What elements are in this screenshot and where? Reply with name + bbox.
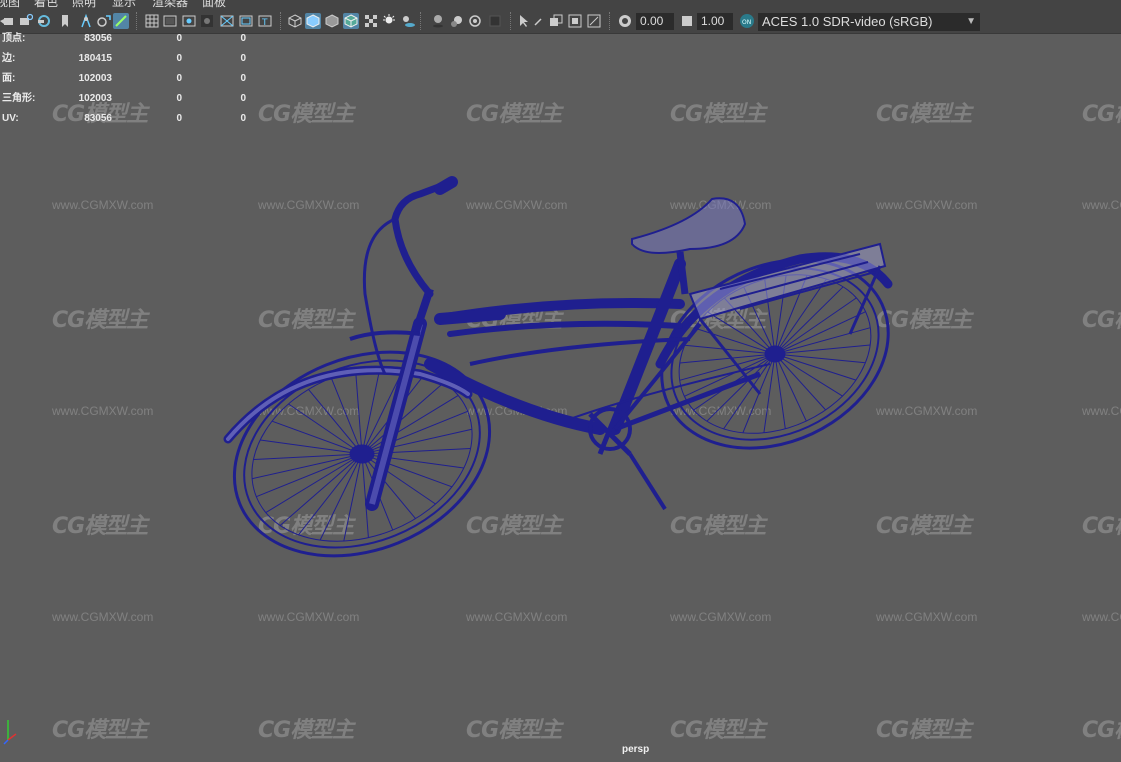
menu-lighting[interactable]: 照明 [72, 0, 96, 8]
menu-view[interactable]: 视图 [0, 0, 20, 8]
gamma-icon[interactable] [679, 13, 695, 29]
stats-label: 顶点: [2, 33, 26, 44]
gate-mask-icon[interactable] [199, 13, 215, 29]
wheel-spoke [260, 439, 363, 455]
select-camera-icon[interactable] [530, 13, 546, 29]
xray-joints-icon[interactable] [567, 13, 583, 29]
exposure-field[interactable]: 0.00 [636, 13, 674, 30]
xray-icon[interactable] [548, 13, 564, 29]
viewport-toolbar: T 0.00 1.00 ON ACES 1.0 SDR-video (sRGB)… [0, 8, 1121, 34]
stats-value: 0 [176, 33, 182, 44]
menu-show[interactable]: 显示 [112, 0, 136, 8]
color-space-dropdown[interactable]: ACES 1.0 SDR-video (sRGB) ▼ [758, 13, 980, 31]
svg-text:ON: ON [742, 19, 751, 26]
grease-pencil-icon[interactable] [113, 13, 129, 29]
default-material-icon[interactable] [324, 13, 340, 29]
pin-icon[interactable] [78, 13, 94, 29]
stats-value: 0 [240, 53, 246, 64]
move-pivot-icon[interactable] [96, 13, 112, 29]
use-all-lights-icon[interactable] [381, 13, 397, 29]
anti-alias-icon[interactable] [487, 13, 503, 29]
wheel-spoke [361, 410, 468, 455]
wireframe-on-shaded-icon[interactable] [343, 13, 359, 29]
chevron-down-icon: ▼ [966, 16, 976, 27]
xray-components-icon[interactable] [586, 13, 602, 29]
stats-value: 0 [240, 33, 246, 44]
wheel-spoke [253, 453, 363, 460]
view-axis-gizmo [3, 720, 17, 745]
safe-action-icon[interactable] [238, 13, 254, 29]
bicycle-wireframe [223, 176, 893, 558]
shadows-icon[interactable] [400, 13, 416, 29]
stats-value: 0 [240, 93, 246, 104]
stats-value: 0 [176, 73, 182, 84]
color-space-value: ACES 1.0 SDR-video (sRGB) [762, 14, 933, 29]
stats-value: 102003 [78, 93, 112, 104]
stats-value: 0 [176, 93, 182, 104]
gamma-field[interactable]: 1.00 [697, 13, 733, 30]
film-gate-icon[interactable] [162, 13, 178, 29]
wheel-spoke [774, 344, 871, 355]
screen-space-ao-icon[interactable] [449, 13, 465, 29]
viewport-menu-bar: 视图 着色 照明 显示 渲染器 面板 [0, 0, 1121, 8]
stats-label: UV: [2, 113, 19, 124]
field-chart-icon[interactable] [219, 13, 235, 29]
stats-value: 83056 [84, 113, 112, 124]
resolution-gate-icon[interactable] [181, 13, 197, 29]
color-management-icon[interactable]: ON [739, 13, 755, 29]
menu-panels[interactable]: 面板 [202, 0, 226, 8]
wheel-spoke [256, 453, 363, 498]
stats-value: 102003 [78, 73, 112, 84]
viewport-canvas[interactable] [0, 34, 1121, 762]
stats-value: 0 [240, 113, 246, 124]
grid-icon[interactable] [144, 13, 160, 29]
bookmark-icon[interactable] [57, 13, 73, 29]
textured-icon[interactable] [363, 13, 379, 29]
menu-shading[interactable]: 着色 [34, 0, 58, 8]
ambient-occlusion-icon[interactable] [430, 13, 446, 29]
front-wheel [232, 350, 492, 558]
wheel-spoke [774, 297, 857, 355]
wheel-spoke [361, 448, 471, 455]
stats-value: 0 [240, 73, 246, 84]
motion-blur-icon[interactable] [467, 13, 483, 29]
stats-value: 180415 [78, 53, 112, 64]
stats-label: 面: [2, 73, 16, 84]
camera-lock-icon[interactable] [17, 13, 33, 29]
camera-attributes-icon[interactable] [36, 13, 52, 29]
safe-title-icon[interactable]: T [257, 13, 273, 29]
stats-label: 三角形: [2, 93, 36, 104]
camera-icon[interactable] [0, 13, 16, 29]
exposure-icon[interactable] [617, 13, 633, 29]
smooth-shade-icon[interactable] [305, 13, 321, 29]
stats-value: 0 [176, 113, 182, 124]
svg-text:T: T [261, 18, 268, 28]
stats-value: 0 [176, 53, 182, 64]
camera-name-label: persp [622, 744, 650, 755]
wireframe-icon[interactable] [287, 13, 303, 29]
stats-value: 83056 [84, 33, 112, 44]
stats-label: 边: [2, 53, 16, 64]
wheel-spoke [288, 403, 363, 455]
menu-renderer[interactable]: 渲染器 [152, 0, 188, 8]
